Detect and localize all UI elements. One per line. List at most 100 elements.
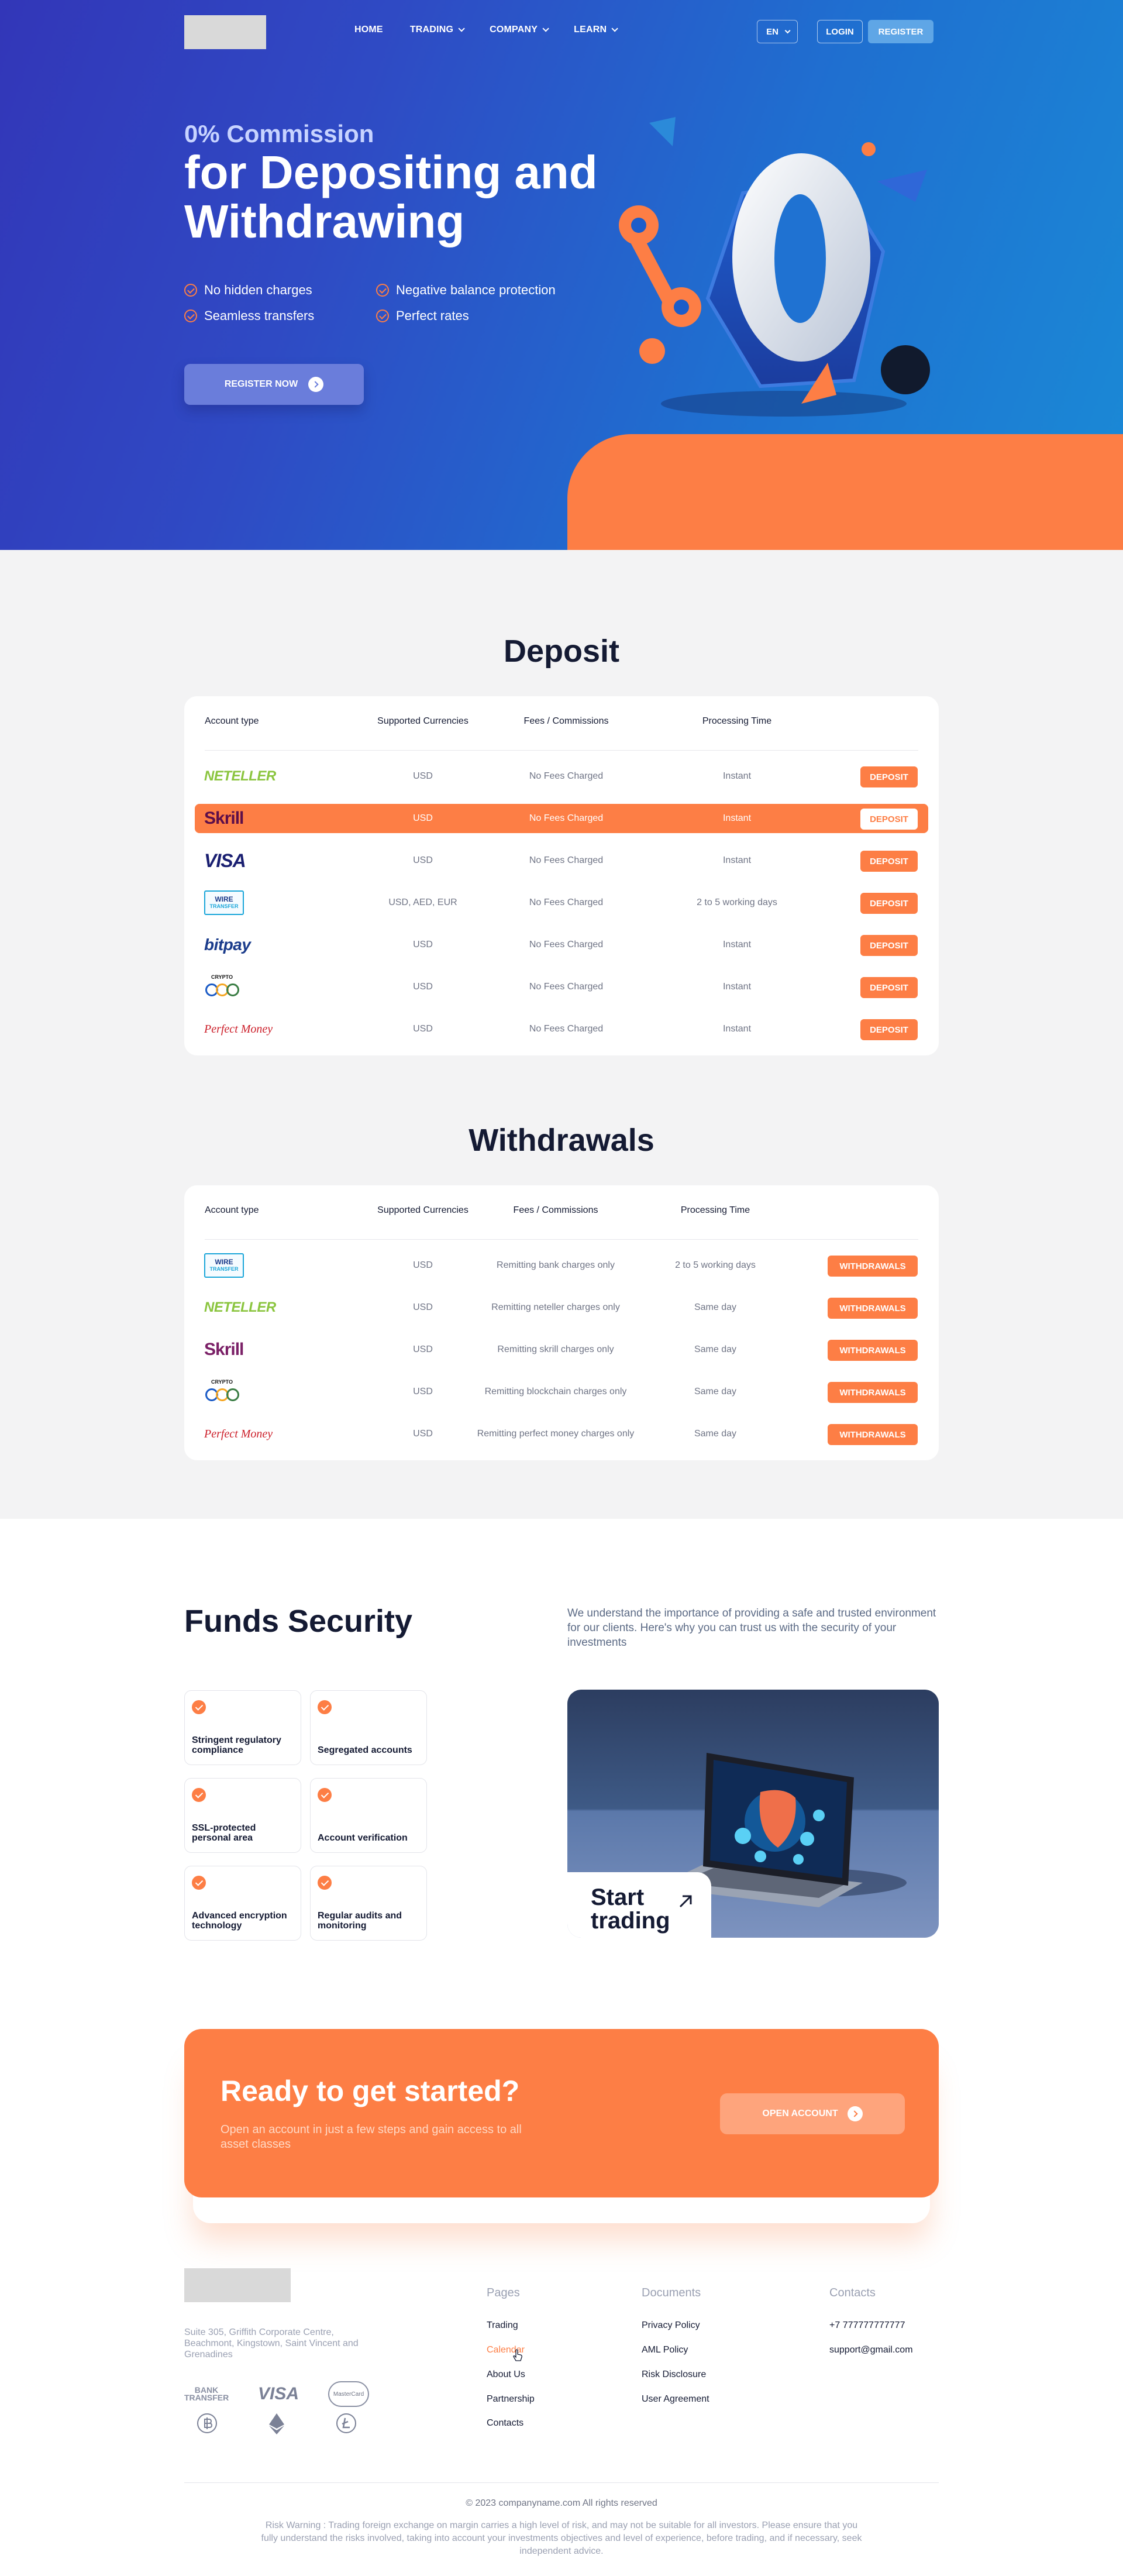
footer-link-about[interactable]: About Us (487, 2369, 525, 2380)
nav-item-home[interactable]: HOME (354, 25, 383, 35)
footer-link-risk-disclosure[interactable]: Risk Disclosure (642, 2369, 706, 2380)
footer-link-user-agreement[interactable]: User Agreement (642, 2394, 709, 2405)
chevron-down-icon (458, 25, 465, 32)
funds-security-description: We understand the importance of providin… (567, 1607, 936, 1649)
footer-email[interactable]: support@gmail.com (829, 2345, 913, 2355)
cta-description: Open an account in just a few steps and … (221, 2123, 522, 2151)
footer-logo[interactable] (184, 2268, 291, 2302)
neteller-logo: NETELLER (204, 1299, 276, 1315)
check-circle-icon (318, 1788, 332, 1802)
column-header: Fees / Commissions (513, 1205, 598, 1215)
withdraw-button[interactable]: WITHDRAWALS (828, 1424, 918, 1445)
register-button[interactable]: REGISTER (868, 20, 933, 43)
currencies-cell: USD (413, 1260, 433, 1270)
arrow-up-right-icon (679, 1895, 692, 1908)
crypto-coins-logo: CRYPTO (204, 1377, 246, 1406)
time-cell: 2 to 5 working days (697, 897, 777, 907)
fees-cell: No Fees Charged (529, 982, 604, 992)
wire-transfer-logo: WIRE TRANSFER (204, 888, 244, 917)
deposit-button[interactable]: DEPOSIT (860, 766, 918, 787)
time-cell: Instant (722, 855, 752, 865)
table-row: bitpay USD No Fees Charged Instant DEPOS… (195, 930, 928, 959)
table-header: Account type Supported Currencies Fees /… (184, 716, 939, 730)
withdraw-button[interactable]: WITHDRAWALS (828, 1298, 918, 1319)
check-circle-icon (192, 1700, 206, 1714)
nav-item-trading[interactable]: TRADING (410, 25, 465, 35)
footer-link-aml[interactable]: AML Policy (642, 2345, 688, 2355)
skrill-logo: Skrill (204, 809, 244, 828)
security-feature-card: SSL-protected personal area (184, 1778, 301, 1853)
nav-item-learn[interactable]: LEARN (574, 25, 618, 35)
withdrawals-table: Account type Supported Currencies Fees /… (184, 1185, 939, 1460)
risk-warning: Risk Warning : Trading foreign exchange … (261, 2520, 862, 2556)
litecoin-icon (336, 2413, 356, 2433)
nav-item-company[interactable]: COMPANY (490, 25, 549, 35)
deposit-button[interactable]: DEPOSIT (860, 977, 918, 998)
column-header: Account type (205, 1205, 259, 1215)
currencies-cell: USD (413, 1429, 433, 1439)
deposit-button[interactable]: DEPOSIT (860, 935, 918, 956)
time-cell: Instant (722, 1024, 752, 1034)
fees-cell: No Fees Charged (529, 1024, 604, 1034)
footer-link-contacts[interactable]: Contacts (487, 2418, 523, 2429)
table-row: Skrill USD No Fees Charged Instant DEPOS… (195, 804, 928, 833)
check-circle-icon (376, 309, 389, 322)
withdraw-button[interactable]: WITHDRAWALS (828, 1256, 918, 1277)
check-circle-icon (184, 309, 197, 322)
fees-cell: Remitting blockchain charges only (484, 1387, 627, 1397)
fees-cell: No Fees Charged (529, 771, 604, 781)
open-account-button[interactable]: OPEN ACCOUNT (720, 2093, 905, 2134)
deposit-table: Account type Supported Currencies Fees /… (184, 696, 939, 1055)
footer-pages-title: Pages (487, 2286, 520, 2299)
footer-link-partnership[interactable]: Partnership (487, 2394, 535, 2405)
footer-link-trading[interactable]: Trading (487, 2320, 518, 2331)
deposit-button[interactable]: DEPOSIT (860, 1019, 918, 1040)
arrow-right-icon (308, 377, 324, 392)
footer-link-privacy[interactable]: Privacy Policy (642, 2320, 700, 2331)
mastercard-logo: MasterCard (328, 2381, 370, 2407)
column-header: Account type (205, 716, 259, 726)
deposit-button[interactable]: DEPOSIT (860, 893, 918, 914)
check-circle-icon (376, 284, 389, 297)
neteller-logo: NETELLER (204, 768, 276, 784)
fees-cell: Remitting neteller charges only (491, 1302, 620, 1312)
column-header: Fees / Commissions (523, 716, 609, 726)
language-select[interactable]: EN (757, 20, 798, 43)
hero-feature: No hidden charges (184, 283, 312, 298)
footer-contacts-title: Contacts (829, 2286, 876, 2299)
divider (205, 750, 918, 751)
check-circle-icon (318, 1700, 332, 1714)
start-trading-label[interactable]: Start trading (591, 1886, 670, 1932)
column-header: Supported Currencies (377, 1205, 469, 1215)
time-cell: Same day (694, 1429, 737, 1439)
site-logo[interactable] (184, 15, 266, 49)
table-row: CRYPTO USD Remitting blockchain charges … (195, 1377, 928, 1406)
register-now-button[interactable]: REGISTER NOW (184, 364, 364, 405)
security-feature-card: Regular audits and monitoring (310, 1866, 427, 1941)
fees-cell: No Fees Charged (529, 897, 604, 907)
table-row: NETELLER USD Remitting neteller charges … (195, 1293, 928, 1322)
security-feature-card: Advanced encryption technology (184, 1866, 301, 1941)
login-button[interactable]: LOGIN (817, 20, 863, 43)
arrow-right-icon (847, 2106, 863, 2121)
currencies-cell: USD (413, 1344, 433, 1354)
table-header: Account type Supported Currencies Fees /… (184, 1205, 939, 1219)
check-circle-icon (192, 1788, 206, 1802)
hero-title: for Depositing and Withdrawing (184, 146, 598, 247)
time-cell: Instant (722, 940, 752, 950)
divider (205, 1239, 918, 1240)
funds-security-title: Funds Security (184, 1604, 413, 1639)
column-header: Supported Currencies (377, 716, 469, 726)
deposit-button[interactable]: DEPOSIT (860, 809, 918, 830)
withdraw-button[interactable]: WITHDRAWALS (828, 1340, 918, 1361)
hero-orange-shape (567, 434, 1123, 550)
table-row: VISA USD No Fees Charged Instant DEPOSIT (195, 846, 928, 875)
withdraw-button[interactable]: WITHDRAWALS (828, 1382, 918, 1403)
hero-feature: Negative balance protection (376, 283, 556, 298)
fees-cell: Remitting bank charges only (497, 1260, 615, 1270)
time-cell: Instant (722, 813, 752, 823)
footer-phone[interactable]: +7 777777777777 (829, 2320, 905, 2331)
deposit-button[interactable]: DEPOSIT (860, 851, 918, 872)
ethereum-icon (269, 2413, 284, 2434)
check-circle-icon (192, 1876, 206, 1890)
